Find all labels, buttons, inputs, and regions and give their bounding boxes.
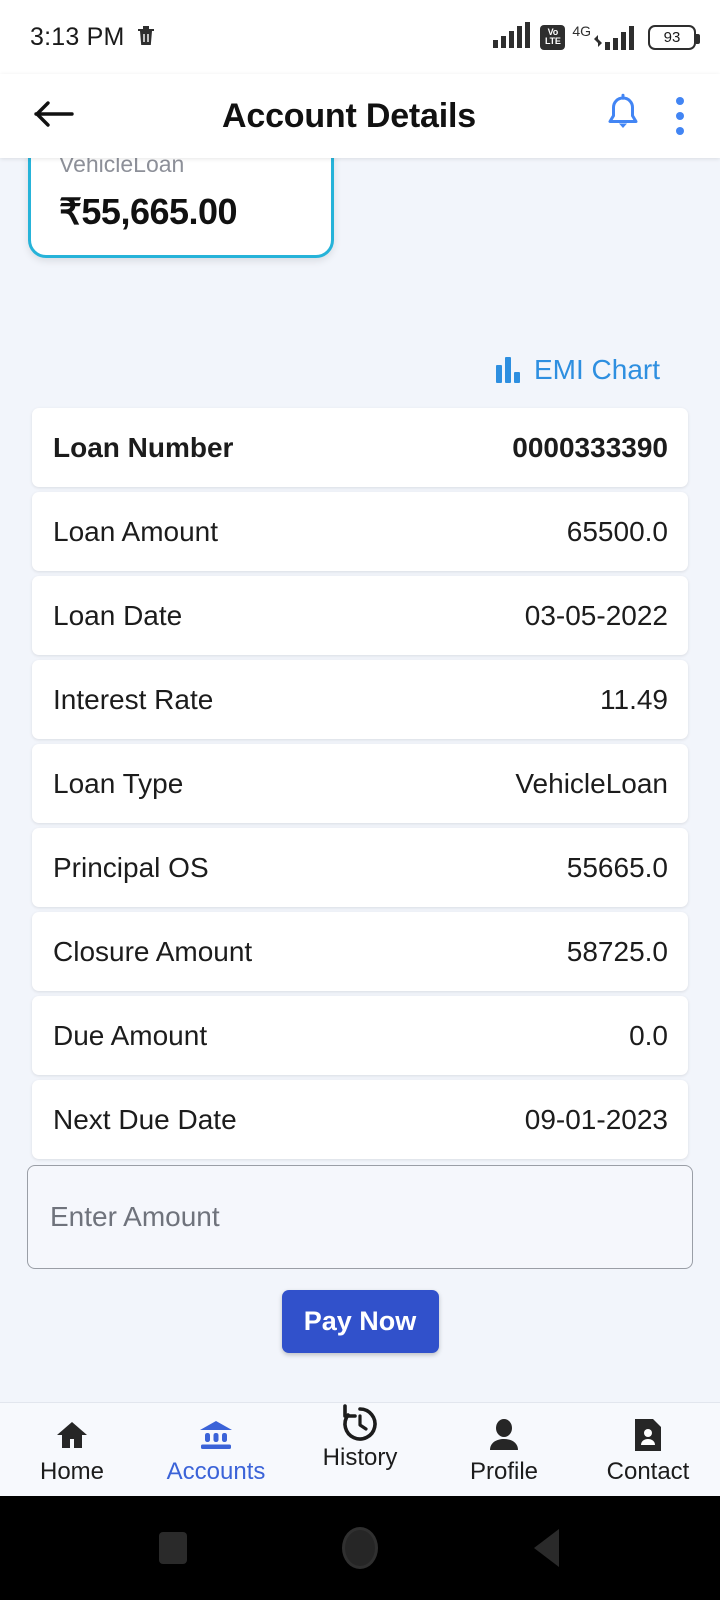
row-value: 03-05-2022	[524, 599, 668, 631]
row-value: VehicleLoan	[515, 767, 668, 799]
row-value: 65500.0	[566, 515, 668, 547]
bank-icon	[198, 1416, 234, 1454]
row-label: Loan Date	[53, 599, 183, 631]
table-row: Loan Number 0000333390	[32, 408, 688, 487]
circle-home-icon	[341, 1527, 378, 1569]
three-dot-menu-icon	[676, 97, 684, 105]
row-label: Interest Rate	[53, 683, 214, 715]
app-bar: Account Details	[0, 74, 720, 158]
nav-item-accounts[interactable]: Accounts	[144, 1403, 288, 1497]
account-card[interactable]: VehicleLoan ₹55,665.00	[28, 158, 334, 258]
nav-item-history[interactable]: History	[288, 1403, 432, 1497]
scroll-content[interactable]: VehicleLoan ₹55,665.00 EMI Chart Loan Nu…	[0, 158, 720, 1384]
row-label: Due Amount	[53, 1019, 208, 1051]
volte-icon: Vo LTE	[540, 24, 566, 50]
nav-label-profile: Profile	[469, 1457, 539, 1485]
status-bar-right: Vo LTE 4G 93	[493, 21, 700, 53]
emi-chart-label: EMI Chart	[533, 354, 660, 385]
notifications-button[interactable]	[598, 91, 648, 141]
back-button[interactable]	[26, 88, 82, 144]
row-value: 0.0	[629, 1019, 668, 1051]
row-label: Loan Type	[53, 767, 184, 799]
loan-details-list: Loan Number 0000333390 Loan Amount 65500…	[0, 408, 720, 1159]
volte-line-2: LTE	[544, 36, 561, 46]
row-label: Next Due Date	[53, 1103, 237, 1135]
triangle-back-icon	[534, 1529, 560, 1567]
nav-item-contact[interactable]: Contact	[576, 1403, 720, 1497]
nav-item-home[interactable]: Home	[0, 1403, 144, 1497]
history-icon	[339, 1403, 381, 1443]
row-value: 0000333390	[512, 431, 668, 463]
bar-chart-icon	[495, 357, 520, 383]
table-row: Interest Rate 11.49	[32, 660, 688, 739]
row-label: Principal OS	[53, 851, 209, 883]
account-type-label: VehicleLoan	[59, 158, 185, 177]
back-arrow-icon	[33, 99, 75, 134]
overflow-menu-button[interactable]	[662, 91, 698, 141]
row-value: 58725.0	[566, 935, 668, 967]
back-button-system[interactable]	[502, 1496, 592, 1600]
square-recents-icon	[159, 1532, 188, 1564]
bottom-navigation-bar: Home Accounts History Profile Contact	[0, 1402, 720, 1496]
contact-card-icon	[633, 1416, 663, 1454]
pay-button-row: Pay Now	[0, 1290, 720, 1353]
row-label: Loan Number	[53, 431, 234, 463]
trash-icon	[135, 23, 157, 52]
row-label: Closure Amount	[53, 935, 253, 967]
page-title: Account Details	[222, 96, 476, 135]
row-label: Loan Amount	[53, 515, 219, 547]
table-row: Next Due Date 09-01-2023	[32, 1080, 688, 1159]
nav-item-profile[interactable]: Profile	[432, 1403, 576, 1497]
bell-icon	[603, 93, 643, 140]
emi-chart-link[interactable]: EMI Chart	[0, 268, 720, 386]
nav-label-home: Home	[39, 1457, 105, 1485]
amount-input[interactable]	[50, 1201, 670, 1233]
table-row: Closure Amount 58725.0	[32, 912, 688, 991]
row-value: 11.49	[600, 683, 668, 715]
nav-label-contact: Contact	[606, 1457, 690, 1485]
app-bar-actions	[598, 91, 698, 141]
three-dot-menu-icon-dot3	[676, 127, 684, 135]
account-balance: ₹55,665.00	[59, 191, 238, 232]
nav-label-accounts: Accounts	[166, 1457, 266, 1485]
row-value: 09-01-2023	[524, 1103, 668, 1135]
table-row: Principal OS 55665.0	[32, 828, 688, 907]
battery-level-label: 93	[663, 28, 681, 46]
three-dot-menu-icon-dot2	[676, 112, 684, 120]
status-bar-left: 3:13 PM	[30, 23, 157, 52]
nav-label-history: History	[322, 1443, 398, 1471]
row-value: 55665.0	[566, 851, 668, 883]
status-clock: 3:13 PM	[30, 22, 125, 51]
pay-now-button[interactable]: Pay Now	[281, 1290, 439, 1353]
recents-button[interactable]	[128, 1496, 218, 1600]
home-button[interactable]	[315, 1496, 405, 1600]
table-row: Loan Amount 65500.0	[32, 492, 688, 571]
battery-icon: 93	[648, 24, 700, 50]
system-navigation-bar	[0, 1496, 720, 1600]
table-row: Loan Date 03-05-2022	[32, 576, 688, 655]
status-bar: 3:13 PM Vo LTE 4G 93	[0, 0, 720, 74]
person-icon	[487, 1416, 521, 1454]
amount-field-wrapper[interactable]	[27, 1165, 693, 1269]
mobile-data-icon: 4G	[572, 24, 637, 50]
account-card-carousel[interactable]: VehicleLoan ₹55,665.00	[0, 158, 720, 268]
app-screen: 3:13 PM Vo LTE 4G 93 Account Details Veh…	[0, 0, 720, 1600]
home-icon	[55, 1416, 89, 1454]
signal-bars-icon	[493, 21, 533, 53]
table-row: Due Amount 0.0	[32, 996, 688, 1075]
table-row: Loan Type VehicleLoan	[32, 744, 688, 823]
network-type-label: 4G	[572, 23, 591, 39]
